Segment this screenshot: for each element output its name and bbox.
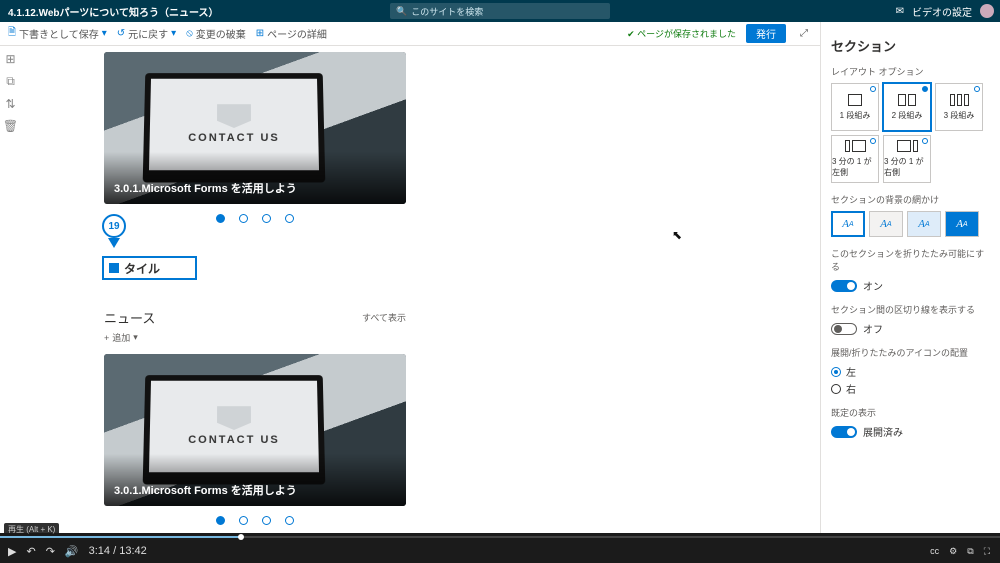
section-panel: セクション レイアウト オプション 1 段組み 2 段組み 3 段組み 3 分の…: [820, 22, 1000, 533]
collapsible-label: このセクションを折りたたみ可能にする: [831, 247, 990, 273]
search-icon: 🔍: [396, 6, 407, 17]
command-bar: 🗎下書きとして保存▾ ↺元に戻す▾ ⦸変更の破棄 ⊞ページの詳細 ✔ ページが保…: [0, 22, 820, 46]
saved-status: ✔ ページが保存されました: [627, 27, 736, 40]
shade-none[interactable]: AA: [831, 211, 865, 237]
plus-icon: +: [104, 333, 109, 343]
skip-back-button[interactable]: ↶: [26, 545, 35, 558]
default-display-label: 既定の表示: [831, 406, 990, 419]
volume-button[interactable]: 🔊: [65, 545, 79, 558]
details-icon: ⊞: [256, 28, 264, 39]
chevron-down-icon: ▾: [102, 28, 107, 39]
callout-number: 19: [102, 214, 126, 238]
iconpos-right[interactable]: 右: [831, 381, 990, 396]
divider-label: セクション間の区切り線を表示する: [831, 303, 990, 316]
delete-section-icon[interactable]: 🗑: [3, 119, 18, 133]
layout-options-label: レイアウト オプション: [831, 65, 990, 78]
carousel-dot-1[interactable]: [216, 516, 225, 525]
card-caption: 3.0.1.Microsoft Forms を活用しよう: [114, 482, 297, 498]
carousel-dot-2[interactable]: [239, 214, 248, 223]
panel-title: セクション: [831, 36, 990, 55]
mail-icon[interactable]: ✉: [896, 6, 904, 17]
save-draft-button[interactable]: 🗎下書きとして保存▾: [8, 25, 107, 42]
tile-label: タイル: [124, 260, 160, 277]
carousel-dot-4[interactable]: [285, 214, 294, 223]
undo-button[interactable]: ↺元に戻す▾: [117, 26, 176, 41]
video-settings-label[interactable]: ビデオの設定: [912, 4, 972, 19]
news-card[interactable]: CONTACT US 3.0.1.Microsoft Forms を活用しよう: [104, 354, 406, 506]
time-display: 3:14 / 13:42: [89, 545, 147, 557]
move-section-icon[interactable]: ⇅: [5, 97, 15, 111]
iconpos-group: 左 右: [831, 364, 990, 396]
publish-button[interactable]: 発行: [746, 24, 786, 43]
callout-arrow-icon: [108, 238, 120, 248]
background-shading: AA AA AA AA: [831, 211, 990, 237]
chevron-down-icon: ▾: [133, 332, 138, 343]
news-heading: ニュース: [104, 308, 155, 327]
check-icon: ✔: [627, 29, 635, 39]
layout-options: 1 段組み 2 段組み 3 段組み 3 分の 1 が左側 3 分の 1 が右側: [831, 83, 990, 183]
layout-1col[interactable]: 1 段組み: [831, 83, 879, 131]
progress-thumb[interactable]: [238, 534, 244, 540]
cursor-icon: ⬉: [672, 228, 682, 242]
add-section-icon[interactable]: ⊞: [5, 52, 15, 66]
search-placeholder: このサイトを検索: [411, 5, 483, 18]
shading-label: セクションの背景の網かけ: [831, 193, 990, 206]
carousel-dots: [104, 214, 406, 223]
news-card[interactable]: CONTACT US 3.0.1.Microsoft Forms を活用しよう: [104, 52, 406, 204]
video-player-bar: 再生 (Alt + K) ▶ ↶ ↷ 🔊 3:14 / 13:42 cc ⚙ ⧉…: [0, 533, 1000, 563]
news-see-all[interactable]: すべて表示: [362, 311, 406, 324]
news-section: ニュース すべて表示 +追加 ▾ CONTACT US 3.0.1.Micros…: [104, 308, 406, 525]
card-caption: 3.0.1.Microsoft Forms を活用しよう: [114, 180, 297, 196]
carousel-dot-3[interactable]: [262, 516, 271, 525]
envelope-icon: [217, 406, 251, 430]
contact-us-text: CONTACT US: [188, 132, 280, 144]
discard-button[interactable]: ⦸変更の破棄: [186, 26, 246, 41]
undo-icon: ↺: [117, 28, 125, 39]
search-box[interactable]: 🔍 このサイトを検索: [390, 3, 610, 19]
save-icon: 🗎: [8, 25, 16, 42]
chevron-down-icon: ▾: [171, 28, 176, 39]
collapsible-toggle[interactable]: オン: [831, 278, 990, 293]
play-button[interactable]: ▶: [8, 545, 16, 558]
carousel-dots: [104, 516, 406, 525]
page-canvas: CONTACT US 3.0.1.Microsoft Forms を活用しよう …: [22, 46, 820, 533]
shade-soft[interactable]: AA: [907, 211, 941, 237]
layout-3col[interactable]: 3 段組み: [935, 83, 983, 131]
default-display-toggle[interactable]: 展開済み: [831, 424, 990, 439]
skip-fwd-button[interactable]: ↷: [46, 545, 55, 558]
pip-button[interactable]: ⧉: [967, 546, 973, 557]
captions-button[interactable]: cc: [930, 546, 939, 556]
carousel-dot-3[interactable]: [262, 214, 271, 223]
suite-header: 4.1.12.Webパーツについて知ろう（ニュース） 🔍 このサイトを検索 ✉ …: [0, 0, 1000, 22]
carousel-dot-4[interactable]: [285, 516, 294, 525]
tile-heading[interactable]: タイル: [102, 256, 197, 280]
envelope-icon: [217, 104, 251, 128]
discard-icon: ⦸: [186, 28, 193, 39]
news-add-button[interactable]: +追加 ▾: [104, 331, 406, 344]
play-hint: 再生 (Alt + K): [4, 523, 59, 536]
tile-square-icon: [109, 263, 119, 273]
carousel-dot-1[interactable]: [216, 214, 225, 223]
shade-neutral[interactable]: AA: [869, 211, 903, 237]
settings-gear-icon[interactable]: ⚙: [949, 546, 957, 557]
iconpos-label: 展開/折りたたみのアイコンの配置: [831, 346, 990, 359]
iconpos-left[interactable]: 左: [831, 364, 990, 379]
layout-2col[interactable]: 2 段組み: [883, 83, 931, 131]
page-title: 4.1.12.Webパーツについて知ろう（ニュース）: [0, 4, 227, 19]
shade-strong[interactable]: AA: [945, 211, 979, 237]
news-carousel: CONTACT US 3.0.1.Microsoft Forms を活用しよう: [104, 52, 406, 223]
toolbox-rail: ⊞ ⧉ ⇅ 🗑: [0, 46, 22, 533]
carousel-dot-2[interactable]: [239, 516, 248, 525]
layout-third-right[interactable]: 3 分の 1 が右側: [883, 135, 931, 183]
page-details-button[interactable]: ⊞ページの詳細: [256, 26, 327, 41]
fullscreen-button[interactable]: ⛶: [984, 546, 990, 557]
progress-fill: [0, 536, 241, 538]
layout-third-left[interactable]: 3 分の 1 が左側: [831, 135, 879, 183]
copy-section-icon[interactable]: ⧉: [6, 74, 15, 89]
expand-button[interactable]: ⤢: [796, 28, 812, 39]
avatar[interactable]: [980, 4, 994, 18]
divider-toggle[interactable]: オフ: [831, 321, 990, 336]
